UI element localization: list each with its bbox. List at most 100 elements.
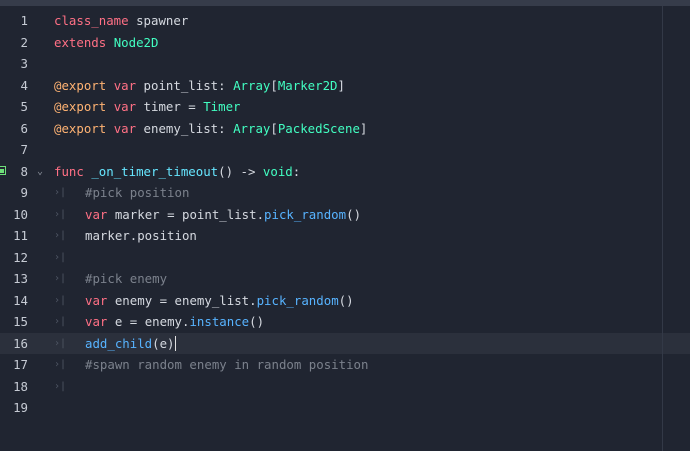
- line-number[interactable]: 7: [0, 139, 28, 160]
- indent-tab-icon: ›|: [54, 273, 67, 284]
- code-text[interactable]: func _on_timer_timeout() -> void:: [54, 161, 300, 182]
- code-token: point_list:: [136, 77, 234, 93]
- code-token: @export: [54, 120, 107, 136]
- code-line-14[interactable]: 14 ›| var enemy = enemy_list.pick_random(): [0, 290, 690, 311]
- code-text[interactable]: @export var enemy_list: Array[PackedScen…: [54, 118, 367, 139]
- code-text[interactable]: marker.position: [85, 225, 197, 246]
- code-line-2[interactable]: 2 extends Node2D: [0, 32, 690, 53]
- code-line-12[interactable]: 12 ›|: [0, 247, 690, 268]
- code-token: marker.position: [85, 228, 197, 243]
- code-line-9[interactable]: 9 ›| #pick position: [0, 182, 690, 203]
- code-token: @export: [54, 99, 107, 114]
- line-number[interactable]: 2: [0, 32, 28, 53]
- editor-top-strip: [0, 0, 690, 6]
- code-token: () ->: [218, 163, 263, 179]
- code-line-7[interactable]: 7: [0, 139, 690, 160]
- line-number[interactable]: 19: [0, 397, 28, 418]
- code-line-8[interactable]: 8 ⌄ func _on_timer_timeout() -> void:: [0, 161, 690, 182]
- code-token: (): [249, 314, 265, 329]
- code-line-13[interactable]: 13 ›| #pick enemy: [0, 268, 690, 289]
- code-token: spawner: [128, 13, 189, 28]
- indent-tab-icon: ›|: [54, 294, 67, 306]
- indent-tab-icon: ›|: [54, 230, 67, 241]
- code-line-17[interactable]: 17 ›| #spawn random enemy in random positi…: [0, 354, 690, 375]
- indent-tab-icon: ›|: [54, 251, 67, 263]
- code-token: PackedScene: [277, 120, 360, 136]
- line-number[interactable]: 15: [0, 311, 28, 332]
- code-token: timer =: [136, 99, 204, 114]
- code-line-5[interactable]: 5 @export var timer = Timer: [0, 96, 690, 117]
- code-token: extends: [54, 34, 107, 50]
- code-token: enemy_list:: [136, 120, 234, 136]
- line-number[interactable]: 12: [0, 247, 28, 268]
- line-number[interactable]: 10: [0, 204, 28, 225]
- code-text[interactable]: class_name spawner: [54, 10, 188, 31]
- indent-tab-icon: ›|: [54, 380, 67, 392]
- line-number[interactable]: 16: [0, 333, 28, 354]
- code-text[interactable]: @export var point_list: Array[Marker2D]: [54, 75, 345, 96]
- code-token: [: [270, 120, 278, 136]
- code-line-18[interactable]: 18 ›|: [0, 376, 690, 397]
- code-line-19[interactable]: 19: [0, 397, 690, 418]
- line-number[interactable]: 3: [0, 53, 28, 74]
- code-text[interactable]: var enemy = enemy_list.pick_random(): [85, 290, 354, 311]
- code-line-10[interactable]: 10 ›| var marker = point_list.pick_random(…: [0, 204, 690, 225]
- code-token: Array: [233, 77, 271, 93]
- code-text[interactable]: var e = enemy.instance(): [85, 311, 264, 332]
- code-token: [: [270, 77, 278, 93]
- fold-arrow-icon[interactable]: ⌄: [37, 161, 43, 182]
- code-token: ]: [359, 120, 368, 136]
- code-text[interactable]: #spawn random enemy in random position: [85, 354, 368, 375]
- code-text[interactable]: var marker = point_list.pick_random(): [85, 204, 361, 225]
- code-token: var: [113, 99, 137, 114]
- line-number[interactable]: 13: [0, 268, 28, 289]
- line-number[interactable]: 17: [0, 354, 28, 375]
- code-line-15[interactable]: 15 ›| var e = enemy.instance(): [0, 311, 690, 332]
- code-token: marker = point_list.: [107, 206, 265, 222]
- code-text[interactable]: add_child(e): [85, 333, 176, 354]
- code-token: pick_random: [264, 206, 347, 222]
- line-number[interactable]: 4: [0, 75, 28, 96]
- code-token: :: [292, 163, 301, 179]
- code-token: enemy = enemy_list.: [107, 292, 257, 308]
- code-text[interactable]: extends Node2D: [54, 32, 158, 53]
- code-token: func: [54, 163, 84, 179]
- indent-tab-icon: ›|: [54, 316, 67, 327]
- line-number[interactable]: 6: [0, 118, 28, 139]
- code-line-1[interactable]: 1 class_name spawner: [0, 10, 690, 31]
- code-line-3[interactable]: 3: [0, 53, 690, 74]
- code-line-6[interactable]: 6 @export var enemy_list: Array[PackedSce…: [0, 118, 690, 139]
- code-token: (): [338, 292, 354, 308]
- indent-tab-icon: ›|: [54, 187, 67, 198]
- code-token: class_name: [54, 13, 129, 28]
- code-token: (e): [152, 335, 175, 351]
- code-token: Timer: [203, 99, 241, 114]
- code-token: (): [346, 206, 362, 222]
- code-token: e = enemy.: [107, 314, 190, 329]
- line-number[interactable]: 9: [0, 182, 28, 203]
- code-text[interactable]: @export var timer = Timer: [54, 96, 241, 117]
- code-token: ]: [337, 77, 345, 93]
- line-number[interactable]: 11: [0, 225, 28, 246]
- code-text[interactable]: #pick enemy: [85, 268, 167, 289]
- code-text[interactable]: #pick position: [85, 182, 189, 203]
- code-token: #pick enemy: [85, 271, 168, 286]
- code-token: Array: [233, 120, 271, 136]
- code-line-11[interactable]: 11 ›| marker.position: [0, 225, 690, 246]
- line-number[interactable]: 14: [0, 290, 28, 311]
- code-editor[interactable]: 1 class_name spawner 2 extends Node2D 3 4 @exp…: [0, 0, 690, 451]
- code-token: #spawn random enemy in random position: [85, 357, 369, 372]
- code-token: void: [262, 163, 293, 179]
- code-line-4[interactable]: 4 @export var point_list: Array[Marker2D]: [0, 75, 690, 96]
- line-number[interactable]: 18: [0, 376, 28, 397]
- line-number[interactable]: 5: [0, 96, 28, 117]
- code-line-16[interactable]: 16 ›| add_child(e): [0, 333, 690, 354]
- code-token: pick_random: [256, 292, 339, 308]
- code-token: Node2D: [113, 34, 159, 50]
- line-number[interactable]: 1: [0, 10, 28, 31]
- signal-connection-dot-icon: [0, 168, 4, 173]
